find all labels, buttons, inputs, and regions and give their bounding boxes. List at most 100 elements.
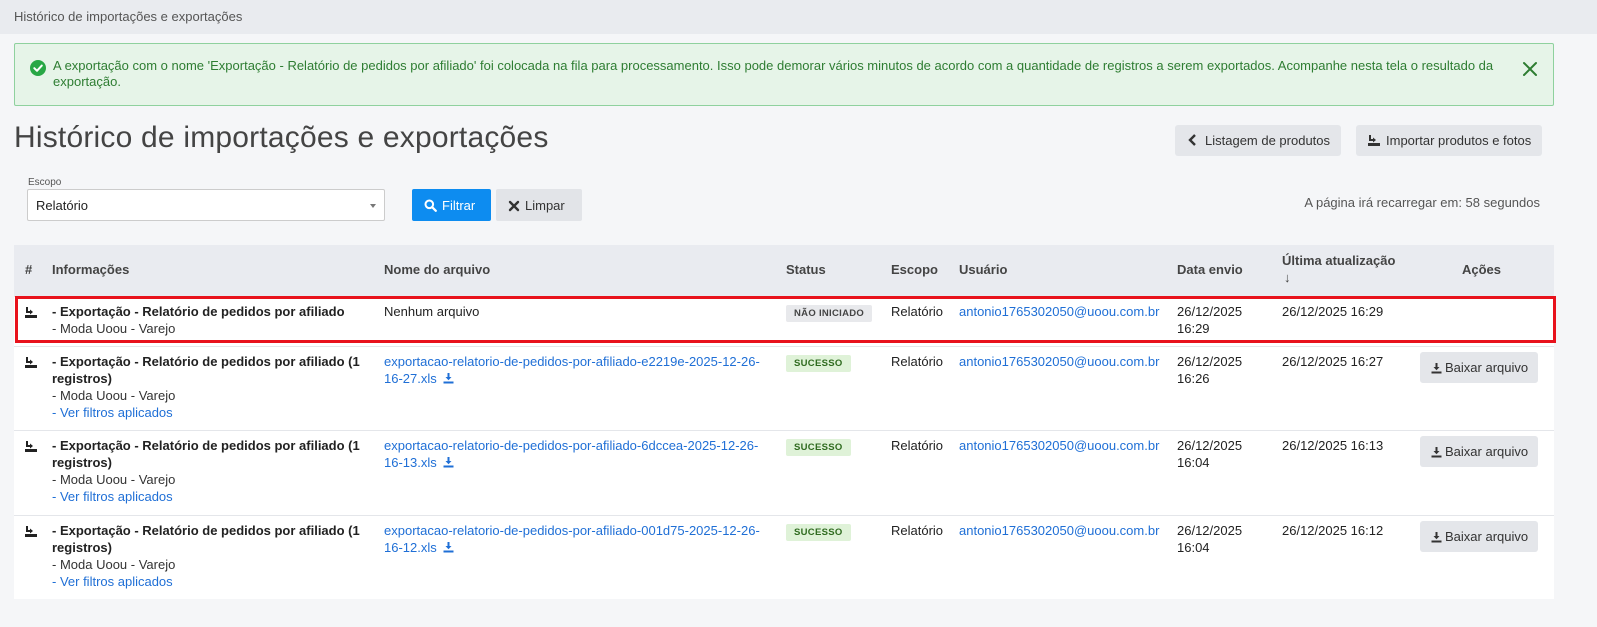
row-sent-date: 26/12/2025 16:29 [1177,303,1242,337]
download-button-label: Baixar arquivo [1445,360,1529,375]
scope-select[interactable]: Relatório [27,189,385,221]
export-icon [24,355,38,369]
scope-label: Escopo [28,177,62,188]
col-file: Nome do arquivo [384,262,491,277]
row-file-link[interactable]: exportacao-relatorio-de-pedidos-por-afil… [384,437,779,471]
view-filters-link[interactable]: - Ver filtros aplicados [52,488,372,505]
row-sent-date: 26/12/2025 16:04 [1177,437,1242,471]
row-info: - Exportação - Relatório de pedidos por … [52,522,372,590]
filter-button-label: Filtrar [442,198,476,213]
row-user-link[interactable]: antonio1765302050@uoou.com.br [959,353,1159,370]
col-last-update[interactable]: Última atualização [1282,253,1395,268]
file-name-line2: 16-13.xls [384,455,437,470]
clear-button[interactable]: Limpar [496,189,582,221]
sent-date: 26/12/2025 [1177,438,1243,453]
table-row: - Exportação - Relatório de pedidos por … [14,296,1554,346]
status-badge: SUCESSO [786,524,851,541]
page-title: Histórico de importações e exportações [14,121,549,154]
import-icon [1367,133,1381,147]
caret-down-icon [370,204,376,208]
row-title-cont: registros) [52,371,112,386]
row-store: - Moda Uoou - Varejo [52,472,176,487]
export-icon [24,305,38,319]
close-icon[interactable] [1521,60,1539,78]
row-store: - Moda Uoou - Varejo [52,321,176,336]
table-row: - Exportação - Relatório de pedidos por … [14,515,1554,599]
row-file-link[interactable]: exportacao-relatorio-de-pedidos-por-afil… [384,353,779,387]
times-icon [508,200,520,212]
row-store: - Moda Uoou - Varejo [52,557,176,572]
filter-button[interactable]: Filtrar [412,189,491,221]
sent-date: 26/12/2025 [1177,354,1243,369]
row-scope: Relatório [891,523,944,538]
row-title: - Exportação - Relatório de pedidos por … [52,304,345,319]
col-sent-date: Data envio [1177,262,1243,277]
chevron-left-icon [1186,133,1200,147]
import-products-button[interactable]: Importar produtos e fotos [1356,125,1543,156]
row-last-update: 26/12/2025 16:13 [1282,438,1384,453]
col-actions: Ações [1462,262,1502,277]
view-filters-link[interactable]: - Ver filtros aplicados [52,404,372,421]
status-badge: SUCESSO [786,439,851,456]
row-last-update: 26/12/2025 16:27 [1282,354,1384,369]
download-icon [443,373,454,384]
success-alert: A exportação com o nome 'Exportação - Re… [14,43,1554,106]
row-file-name: Nenhum arquivo [384,304,480,319]
row-title: - Exportação - Relatório de pedidos por … [52,438,360,453]
export-icon [24,524,38,538]
sent-time: 16:04 [1177,455,1210,470]
row-scope: Relatório [891,354,944,369]
col-info: Informações [52,262,130,277]
row-user-link[interactable]: antonio1765302050@uoou.com.br [959,522,1159,539]
row-user-link[interactable]: antonio1765302050@uoou.com.br [959,303,1159,320]
row-sent-date: 26/12/2025 16:26 [1177,353,1242,387]
breadcrumb: Histórico de importações e exportações [0,0,1597,34]
status-badge: NÃO INICIADO [786,305,873,322]
row-title-cont: registros) [52,455,112,470]
export-icon [24,439,38,453]
reload-countdown: A página irá recarregar em: 58 segundos [1304,195,1540,210]
search-icon [424,199,437,212]
sent-date: 26/12/2025 [1177,304,1243,319]
scope-select-value: Relatório [36,198,89,213]
download-file-button[interactable]: Baixar arquivo [1420,352,1538,383]
list-products-button[interactable]: Listagem de produtos [1175,125,1342,156]
history-table: # Informações Nome do arquivo Status Esc… [14,245,1554,599]
status-badge: SUCESSO [786,355,851,372]
sent-date: 26/12/2025 [1177,523,1243,538]
row-user-link[interactable]: antonio1765302050@uoou.com.br [959,437,1159,454]
row-title-cont: registros) [52,540,112,555]
download-icon [1431,447,1442,458]
row-info: - Exportação - Relatório de pedidos por … [52,303,372,337]
sent-time: 16:29 [1177,321,1210,336]
row-scope: Relatório [891,438,944,453]
file-name-line2: 16-27.xls [384,371,437,386]
row-scope: Relatório [891,304,944,319]
sent-time: 16:26 [1177,371,1210,386]
table-row: - Exportação - Relatório de pedidos por … [14,430,1554,515]
sent-time: 16:04 [1177,540,1210,555]
download-icon [443,457,454,468]
file-name-line2: 16-12.xls [384,540,437,555]
view-filters-link[interactable]: - Ver filtros aplicados [52,573,372,590]
table-header: # Informações Nome do arquivo Status Esc… [14,245,1554,296]
row-title: - Exportação - Relatório de pedidos por … [52,354,360,369]
table-row: - Exportação - Relatório de pedidos por … [14,346,1554,430]
download-icon [1431,363,1442,374]
file-name-line1: exportacao-relatorio-de-pedidos-por-afil… [384,354,760,369]
col-scope: Escopo [891,262,938,277]
import-products-label: Importar produtos e fotos [1386,133,1532,148]
file-name-line1: exportacao-relatorio-de-pedidos-por-afil… [384,523,760,538]
row-info: - Exportação - Relatório de pedidos por … [52,353,372,421]
col-user: Usuário [959,262,1008,277]
download-button-label: Baixar arquivo [1445,444,1529,459]
row-info: - Exportação - Relatório de pedidos por … [52,437,372,505]
download-file-button[interactable]: Baixar arquivo [1420,521,1538,552]
row-title: - Exportação - Relatório de pedidos por … [52,523,360,538]
col-status: Status [786,262,826,277]
download-icon [1431,532,1442,543]
row-file-link[interactable]: exportacao-relatorio-de-pedidos-por-afil… [384,522,779,556]
download-file-button[interactable]: Baixar arquivo [1420,436,1538,467]
sort-arrow-icon: ↓ [1284,270,1291,285]
alert-message: A exportação com o nome 'Exportação - Re… [53,58,1494,89]
